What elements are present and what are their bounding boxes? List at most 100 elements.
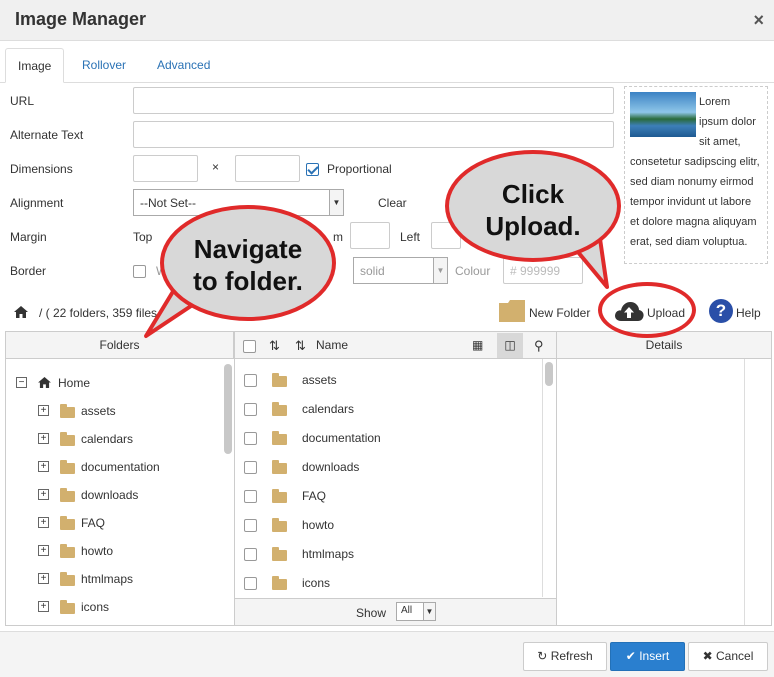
border-checkbox[interactable] — [133, 265, 146, 278]
folder-icon — [272, 518, 287, 532]
expand-icon[interactable]: + — [38, 517, 49, 528]
scroll-track — [542, 359, 543, 597]
expand-icon[interactable]: + — [38, 405, 49, 416]
search-icon[interactable]: ⚲ — [534, 332, 544, 359]
folder-icon — [272, 489, 287, 503]
navigate-callout: Navigate to folder. — [160, 205, 336, 321]
dialog-title: Image Manager — [15, 9, 147, 29]
upload-highlight-ring — [598, 282, 696, 338]
help-icon[interactable]: ? — [709, 299, 733, 323]
name-column-header[interactable]: Name — [316, 332, 348, 359]
new-folder-icon[interactable] — [499, 300, 525, 322]
tab-bar: Image Rollover Advanced — [0, 41, 774, 83]
chevron-down-icon: ▼ — [433, 258, 447, 283]
folder-icon — [60, 432, 75, 446]
border-style-select[interactable]: solid ▼ — [353, 257, 448, 284]
expand-icon[interactable]: + — [38, 489, 49, 500]
sort-alpha-icon[interactable]: ⇅ — [295, 332, 306, 359]
height-input[interactable] — [235, 155, 300, 182]
folder-icon — [272, 431, 287, 445]
refresh-button[interactable]: ↻ Refresh — [523, 642, 607, 671]
dimension-separator: × — [212, 160, 220, 174]
folders-scrollbar[interactable] — [224, 364, 232, 454]
home-icon[interactable] — [14, 306, 28, 318]
tab-rollover[interactable]: Rollover — [70, 48, 138, 83]
folder-icon — [272, 547, 287, 561]
margin-bottom-input[interactable] — [350, 222, 390, 249]
image-preview: Lorem ipsum dolor sit amet, consetetur s… — [624, 86, 768, 264]
files-header: ⇅ ⇅ Name ▦ ◫ ⚲ — [235, 332, 556, 359]
new-folder-button[interactable]: New Folder — [529, 306, 590, 320]
expand-icon[interactable]: + — [38, 433, 49, 444]
expand-icon[interactable]: + — [38, 573, 49, 584]
grid-view-icon[interactable]: ▦ — [472, 332, 483, 359]
tree-item-label: htmlmaps — [81, 572, 134, 586]
border-label: Border — [10, 264, 47, 278]
chevron-down-icon: ▼ — [329, 190, 343, 215]
preview-thumbnail — [630, 92, 696, 137]
folder-icon — [272, 576, 287, 590]
margin-left-label: Left — [400, 230, 421, 244]
clear-label: Clear — [378, 196, 407, 210]
row-checkbox[interactable] — [244, 548, 257, 561]
width-input[interactable] — [133, 155, 198, 182]
tab-image[interactable]: Image — [5, 48, 65, 83]
file-name: FAQ — [302, 489, 327, 503]
show-label: Show — [356, 606, 387, 620]
row-checkbox[interactable] — [244, 577, 257, 590]
file-name: documentation — [302, 431, 381, 445]
tree-item-label: howto — [81, 544, 114, 558]
dialog-footer: ↻ Refresh ✔ Insert ✖ Cancel — [0, 631, 774, 677]
breadcrumb: / ( 22 folders, 359 files — [39, 306, 158, 320]
folders-header: Folders — [6, 332, 234, 359]
url-label: URL — [10, 94, 35, 108]
show-select[interactable]: All ▼ — [396, 602, 436, 621]
alignment-value: --Not Set-- — [140, 196, 197, 210]
expand-icon[interactable]: + — [38, 601, 49, 612]
row-checkbox[interactable] — [244, 461, 257, 474]
collapse-icon[interactable]: − — [16, 377, 27, 388]
file-name: calendars — [302, 402, 355, 416]
help-button[interactable]: Help — [736, 306, 761, 320]
select-all-checkbox[interactable] — [243, 340, 256, 353]
tab-advanced[interactable]: Advanced — [145, 48, 222, 83]
sort-ascending-icon[interactable]: ⇅ — [269, 332, 280, 359]
insert-button[interactable]: ✔ Insert — [610, 642, 685, 671]
dimensions-label: Dimensions — [10, 162, 73, 176]
row-checkbox[interactable] — [244, 403, 257, 416]
alt-text-input[interactable] — [133, 121, 614, 148]
border-style-value: solid — [360, 264, 385, 278]
alignment-label: Alignment — [10, 196, 64, 210]
row-checkbox[interactable] — [244, 374, 257, 387]
refresh-label: Refresh — [550, 649, 593, 663]
expand-icon[interactable]: + — [38, 461, 49, 472]
upload-callout-text: Click Upload. — [485, 179, 581, 241]
cancel-button[interactable]: ✖ Cancel — [688, 642, 768, 671]
folder-icon — [272, 402, 287, 416]
home-icon — [38, 377, 51, 388]
list-view-icon[interactable]: ◫ — [497, 333, 523, 358]
proportional-checkbox[interactable] — [306, 163, 319, 176]
refresh-icon: ↻ — [537, 649, 548, 663]
expand-icon[interactable]: + — [38, 545, 49, 556]
file-name: assets — [302, 373, 337, 387]
files-scrollbar[interactable] — [545, 362, 553, 386]
close-icon[interactable]: × — [753, 10, 764, 31]
tree-item-label: assets — [81, 404, 116, 418]
chevron-down-icon: ▼ — [423, 603, 435, 620]
file-browser: Folders − Home + assets + calendars + documen… — [5, 331, 772, 626]
close-icon: ✖ — [702, 649, 713, 663]
folder-icon — [272, 460, 287, 474]
url-input[interactable] — [133, 87, 614, 114]
tree-item-label: icons — [81, 600, 110, 614]
row-checkbox[interactable] — [244, 519, 257, 532]
panel-divider — [234, 332, 235, 625]
colour-value: # 999999 — [510, 264, 561, 278]
margin-top-label: Top — [133, 230, 153, 244]
upload-callout: Click Upload. — [445, 150, 621, 262]
row-checkbox[interactable] — [244, 432, 257, 445]
tree-item-label: calendars — [81, 432, 134, 446]
check-icon: ✔ — [625, 649, 636, 663]
row-checkbox[interactable] — [244, 490, 257, 503]
dialog-titlebar: Image Manager × — [0, 0, 774, 41]
